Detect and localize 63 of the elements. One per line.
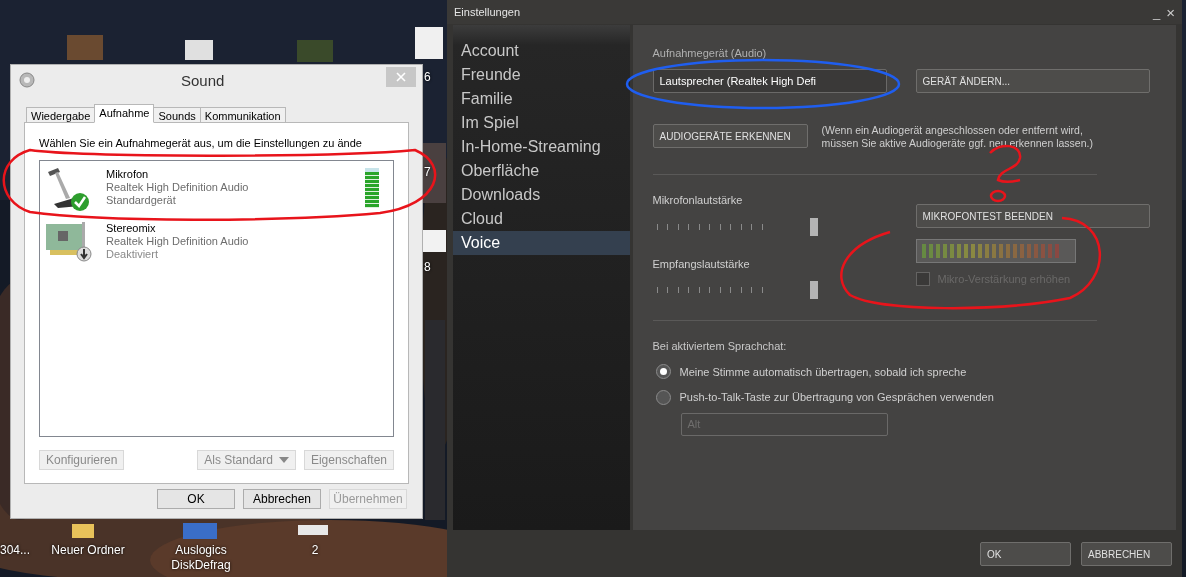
slider-label: Mikrofonlautstärke (652, 193, 744, 208)
settings-button[interactable]: MIKROFONTEST BEENDEN (915, 204, 1150, 228)
radio-label: Push-to-Talk-Taste zur Übertragung von Gesprächen verwenden (679, 390, 994, 405)
settings-button[interactable]: ABBRECHEN (1081, 542, 1172, 566)
sound-card-icon (44, 221, 92, 262)
speaker-gear-icon (19, 72, 35, 88)
caret-icon (278, 456, 289, 463)
close-button[interactable] (386, 67, 416, 87)
desktop-icon-label[interactable]: Neuer Ordner (44, 543, 132, 558)
radio-button[interactable] (655, 389, 671, 405)
radio-button[interactable] (655, 364, 671, 380)
dialog-button[interactable]: Abbrechen (243, 489, 321, 509)
sidebar-item[interactable]: Freunde (453, 63, 630, 87)
tab[interactable]: Wiedergabe (26, 107, 96, 123)
slider-thumb[interactable] (809, 281, 818, 299)
device-row[interactable]: Mikrofon Realtek High Definition Audio Standardgerät (40, 160, 393, 215)
desktop-icon-label[interactable]: 8 (424, 258, 431, 276)
device-name: Stereomix (106, 222, 157, 235)
sidebar-item[interactable]: Account (453, 39, 630, 63)
desktop-icon-label[interactable]: 2 (300, 543, 330, 558)
tab[interactable]: Aufnahme (94, 104, 155, 123)
dialog-button[interactable]: OK (157, 489, 235, 509)
sidebar-item[interactable]: Oberfläche (453, 159, 630, 183)
sidebar-item[interactable]: Voice (453, 231, 630, 255)
radio-label: Meine Stimme automatisch übertragen, sobald ich spreche (679, 364, 967, 380)
desktop-icon-label[interactable]: 7 (424, 163, 431, 181)
document-thumbnail-icon[interactable] (298, 525, 328, 535)
device-name: Mikrofon (106, 168, 150, 181)
video-thumbnail-icon[interactable] (185, 40, 213, 60)
shortcut-icon[interactable] (183, 523, 217, 539)
device-status: Standardgerät (106, 194, 177, 207)
sidebar-item[interactable]: Im Spiel (453, 111, 630, 135)
recording-device-field[interactable]: Lautsprecher (Realtek High Defi (652, 69, 887, 93)
document-thumbnail-icon[interactable] (415, 27, 443, 59)
sidebar-item[interactable]: Cloud (453, 207, 630, 231)
tab[interactable]: Kommunikation (199, 107, 286, 123)
section-label: Bei aktiviertem Sprachchat: (652, 339, 788, 354)
field-label: Aufnahmegerät (Audio) (652, 46, 768, 61)
device-row[interactable]: Stereomix Realtek High Definition Audio Deaktiviert (40, 214, 393, 269)
sidebar-item[interactable]: Downloads (453, 183, 630, 207)
image-thumbnail-icon[interactable] (67, 35, 103, 60)
settings-button[interactable]: AUDIOGERÄTE ERKENNEN (652, 124, 808, 148)
device-status: Deaktiviert (106, 248, 159, 261)
sidebar-item[interactable]: Familie (453, 87, 630, 111)
image-thumbnail-icon[interactable] (297, 40, 333, 62)
settings-button[interactable]: GERÄT ÄNDERN... (915, 69, 1150, 93)
desktop-icon-label[interactable]: Auslogics DiskDefrag (160, 543, 242, 573)
window-title: Einstellungen (454, 4, 522, 20)
desktop-icon-label[interactable]: 6 (424, 68, 431, 86)
settings-button[interactable]: OK (980, 542, 1071, 566)
device-driver: Realtek High Definition Audio (106, 181, 250, 194)
minimize-button[interactable]: _ (1153, 5, 1161, 19)
instruction-text: Wählen Sie ein Aufnahmegerät aus, um die Einstellungen zu ände (39, 136, 362, 151)
desktop-icon-label[interactable]: 304... (0, 543, 30, 558)
close-icon (396, 72, 406, 82)
sidebar-item[interactable]: In-Home-Streaming (453, 135, 630, 159)
window-title: Sound (181, 71, 225, 91)
tab[interactable]: Sounds (153, 107, 201, 123)
device-driver: Realtek High Definition Audio (106, 235, 250, 248)
close-button[interactable]: × (1166, 4, 1175, 20)
slider-thumb[interactable] (809, 217, 818, 236)
folder-icon[interactable] (72, 524, 94, 538)
slider-label: Empfangslautstärke (652, 256, 751, 272)
